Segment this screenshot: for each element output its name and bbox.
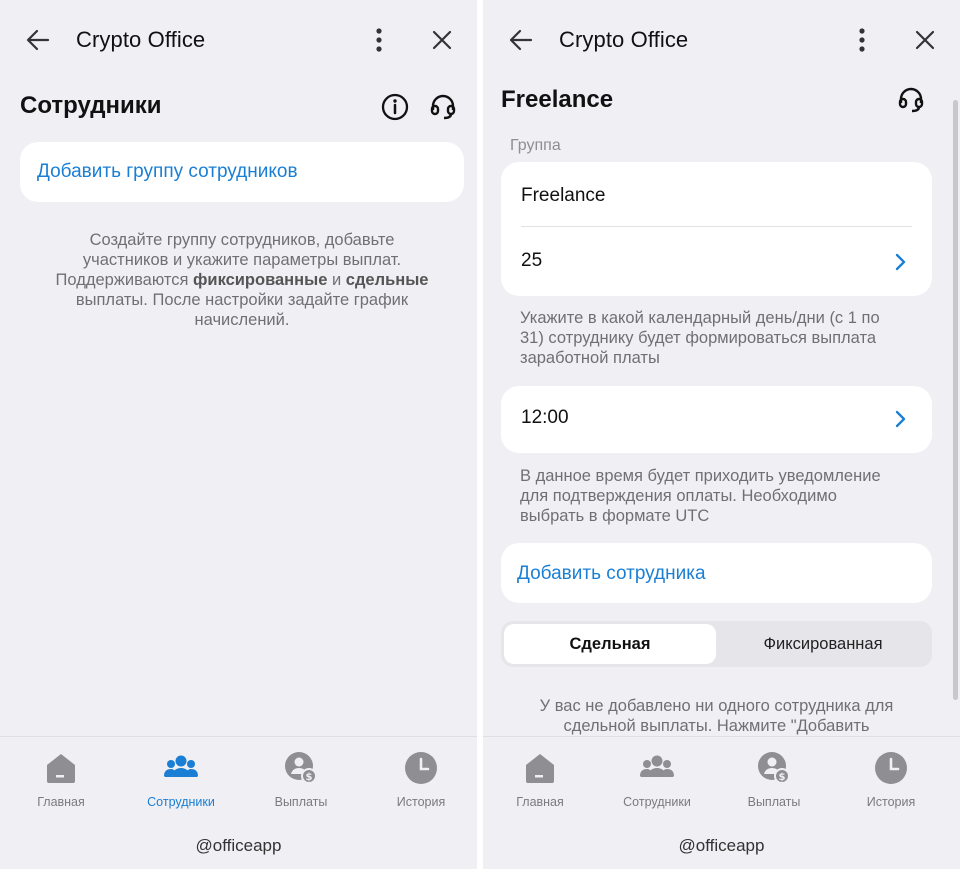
tab-employees-label: Сотрудники — [623, 795, 691, 809]
bot-handle: @officeapp — [678, 836, 765, 855]
group-settings-card: Freelance 25 — [501, 162, 932, 296]
support-headset-icon[interactable] — [896, 85, 926, 115]
add-group-button[interactable]: Добавить группу сотрудников — [20, 142, 464, 202]
segment-fixed[interactable]: Фиксированная — [717, 624, 929, 664]
employees-description: Создайте группу сотрудников, добавьте уч… — [55, 231, 429, 329]
tab-history[interactable]: История — [841, 751, 941, 811]
bot-handle: @officeapp — [195, 836, 282, 855]
more-vertical-icon[interactable] — [850, 26, 874, 54]
payments-icon: $ — [284, 751, 318, 785]
tab-home[interactable]: Главная — [11, 751, 111, 811]
tab-home[interactable]: Главная — [490, 751, 590, 811]
section-label-group: Группа — [510, 137, 561, 154]
close-icon[interactable] — [912, 27, 938, 53]
employees-icon — [640, 751, 674, 785]
more-vertical-icon[interactable] — [367, 26, 391, 54]
close-icon[interactable] — [429, 27, 455, 53]
group-screen: Crypto Office Freelance Группа Freelance… — [483, 0, 960, 869]
segment-piecework[interactable]: Сдельная — [504, 624, 716, 664]
chevron-right-icon — [894, 409, 908, 429]
tab-history-label: История — [866, 795, 916, 809]
tab-employees[interactable]: Сотрудники — [607, 751, 707, 811]
pay-day-value[interactable]: 25 — [521, 250, 542, 272]
page-title: Сотрудники — [20, 92, 162, 119]
tab-home-label: Главная — [37, 795, 85, 809]
tab-history-label: История — [396, 795, 446, 809]
payments-icon: $ — [757, 751, 791, 785]
scrollbar[interactable] — [953, 100, 958, 700]
svg-text:$: $ — [306, 772, 313, 783]
group-title: Freelance — [501, 86, 614, 113]
back-arrow-icon[interactable] — [24, 26, 52, 54]
add-employee-button[interactable]: Добавить сотрудника — [501, 543, 932, 603]
divider — [521, 226, 912, 227]
empty-employees-text: У вас не добавлено ни одного сотрудника … — [539, 697, 894, 735]
top-bar: Crypto Office — [0, 0, 477, 78]
tab-employees[interactable]: Сотрудники — [131, 751, 231, 811]
svg-text:$: $ — [779, 772, 786, 783]
pay-day-hint: Укажите в какой календарный день/дни (с … — [520, 309, 880, 367]
tab-payments[interactable]: $ Выплаты — [251, 751, 351, 811]
top-bar: Crypto Office — [483, 0, 960, 78]
app-title: Crypto Office — [76, 27, 206, 52]
app-title: Crypto Office — [559, 27, 689, 52]
employees-icon — [164, 751, 198, 785]
clock-icon — [404, 751, 438, 785]
chevron-right-icon[interactable] — [894, 252, 908, 272]
time-hint: В данное время будет приходить уведомлен… — [520, 467, 881, 525]
back-arrow-icon[interactable] — [507, 26, 535, 54]
time-value: 12:00 — [521, 407, 569, 428]
time-card[interactable]: 12:00 — [501, 386, 932, 453]
home-icon — [44, 751, 78, 785]
group-name-field[interactable]: Freelance — [521, 185, 606, 207]
tab-payments[interactable]: $ Выплаты — [724, 751, 824, 811]
tab-home-label: Главная — [516, 795, 564, 809]
home-icon — [523, 751, 557, 785]
info-icon[interactable] — [380, 92, 410, 122]
support-headset-icon[interactable] — [428, 92, 458, 122]
employees-screen: Crypto Office Сотрудники Добавить группу… — [0, 0, 477, 869]
tab-history[interactable]: История — [371, 751, 471, 811]
tab-payments-label: Выплаты — [274, 795, 328, 809]
tab-employees-label: Сотрудники — [147, 795, 215, 809]
payment-type-segmented-control: Сдельная Фиксированная — [501, 621, 932, 667]
clock-icon — [874, 751, 908, 785]
add-group-label: Добавить группу сотрудников — [37, 161, 298, 182]
tab-payments-label: Выплаты — [747, 795, 801, 809]
add-employee-label: Добавить сотрудника — [517, 563, 706, 584]
